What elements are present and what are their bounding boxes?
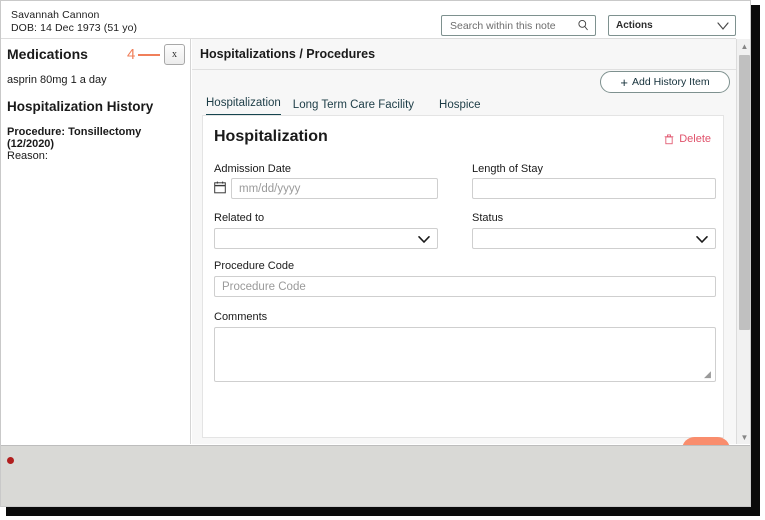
tab-bar: Hospitalization Long Term Care Facility … bbox=[206, 94, 494, 116]
comments-textarea[interactable] bbox=[214, 327, 716, 382]
status-select[interactable] bbox=[472, 228, 716, 249]
hospitalization-card: Hospitalization Delete Admission Date mm… bbox=[202, 115, 724, 438]
recording-indicator-icon bbox=[7, 457, 14, 464]
admission-date-input[interactable] bbox=[231, 178, 438, 199]
calendar-icon[interactable] bbox=[214, 181, 226, 194]
close-button[interactable]: x bbox=[164, 44, 185, 65]
search-input[interactable] bbox=[448, 16, 572, 35]
medication-item: asprin 80mg 1 a day bbox=[7, 74, 107, 86]
plus-icon: + bbox=[620, 74, 628, 90]
annotation-number: 4 bbox=[127, 46, 136, 63]
procedure-code-label: Procedure Code bbox=[214, 260, 295, 272]
breadcrumb-divider bbox=[192, 69, 736, 70]
procedure-entry: Procedure: Tonsillectomy (12/2020) bbox=[7, 126, 142, 150]
window-shadow-right bbox=[751, 5, 760, 510]
sidebar: Medications 4 x asprin 80mg 1 a day Hosp… bbox=[1, 39, 191, 444]
actions-label: Actions bbox=[616, 20, 653, 31]
chevron-down-icon bbox=[717, 22, 729, 30]
top-bar: Savannah Cannon DOB: 14 Dec 1973 (51 yo)… bbox=[1, 1, 736, 39]
vertical-scrollbar[interactable]: ▲ ▼ bbox=[736, 39, 750, 444]
page-title: Medications bbox=[7, 46, 88, 62]
chevron-down-icon bbox=[418, 236, 430, 244]
tab-long-term-care-facility[interactable]: Long Term Care Facility bbox=[281, 99, 427, 116]
related-to-select[interactable] bbox=[214, 228, 438, 249]
search-icon bbox=[578, 20, 588, 31]
trash-icon bbox=[664, 134, 674, 144]
hospitalization-history-heading: Hospitalization History bbox=[7, 99, 154, 114]
status-label: Status bbox=[472, 212, 504, 224]
admission-date-label: Admission Date bbox=[214, 163, 292, 175]
patient-name: Savannah Cannon bbox=[11, 9, 100, 21]
scroll-up-arrow-icon[interactable]: ▲ bbox=[737, 39, 750, 53]
related-to-label: Related to bbox=[214, 212, 265, 224]
chevron-down-icon bbox=[696, 236, 708, 244]
actions-dropdown[interactable]: Actions bbox=[608, 15, 736, 36]
add-history-item-label: Add History Item bbox=[631, 76, 710, 88]
main-panel: Hospitalizations / Procedures + Add Hist… bbox=[192, 39, 736, 462]
delete-label: Delete bbox=[679, 133, 711, 145]
length-of-stay-input[interactable] bbox=[472, 178, 716, 199]
delete-button[interactable]: Delete bbox=[664, 133, 711, 145]
scrollbar-thumb[interactable] bbox=[739, 55, 750, 330]
length-of-stay-label: Length of Stay bbox=[472, 163, 543, 175]
scroll-down-arrow-icon[interactable]: ▼ bbox=[737, 430, 750, 444]
search-box[interactable] bbox=[441, 15, 596, 36]
tab-hospitalization[interactable]: Hospitalization bbox=[206, 97, 281, 116]
tab-hospice[interactable]: Hospice bbox=[427, 99, 494, 116]
procedure-code-input[interactable] bbox=[214, 276, 716, 297]
window-shadow-bottom bbox=[6, 507, 760, 516]
app-root: Savannah Cannon DOB: 14 Dec 1973 (51 yo)… bbox=[0, 0, 765, 520]
bottom-toolbar: Sign ⌃ Capture Charge Copy ToC: Receivin… bbox=[1, 445, 750, 506]
card-title: Hospitalization bbox=[214, 128, 328, 145]
annotation-pointer-line bbox=[138, 54, 160, 56]
application-window: Savannah Cannon DOB: 14 Dec 1973 (51 yo)… bbox=[0, 0, 751, 507]
reason-label: Reason: bbox=[7, 150, 48, 162]
patient-dob: DOB: 14 Dec 1973 (51 yo) bbox=[11, 22, 138, 34]
add-history-item-button[interactable]: + Add History Item bbox=[600, 71, 730, 93]
comments-label: Comments bbox=[214, 311, 268, 323]
breadcrumb: Hospitalizations / Procedures bbox=[200, 47, 376, 61]
